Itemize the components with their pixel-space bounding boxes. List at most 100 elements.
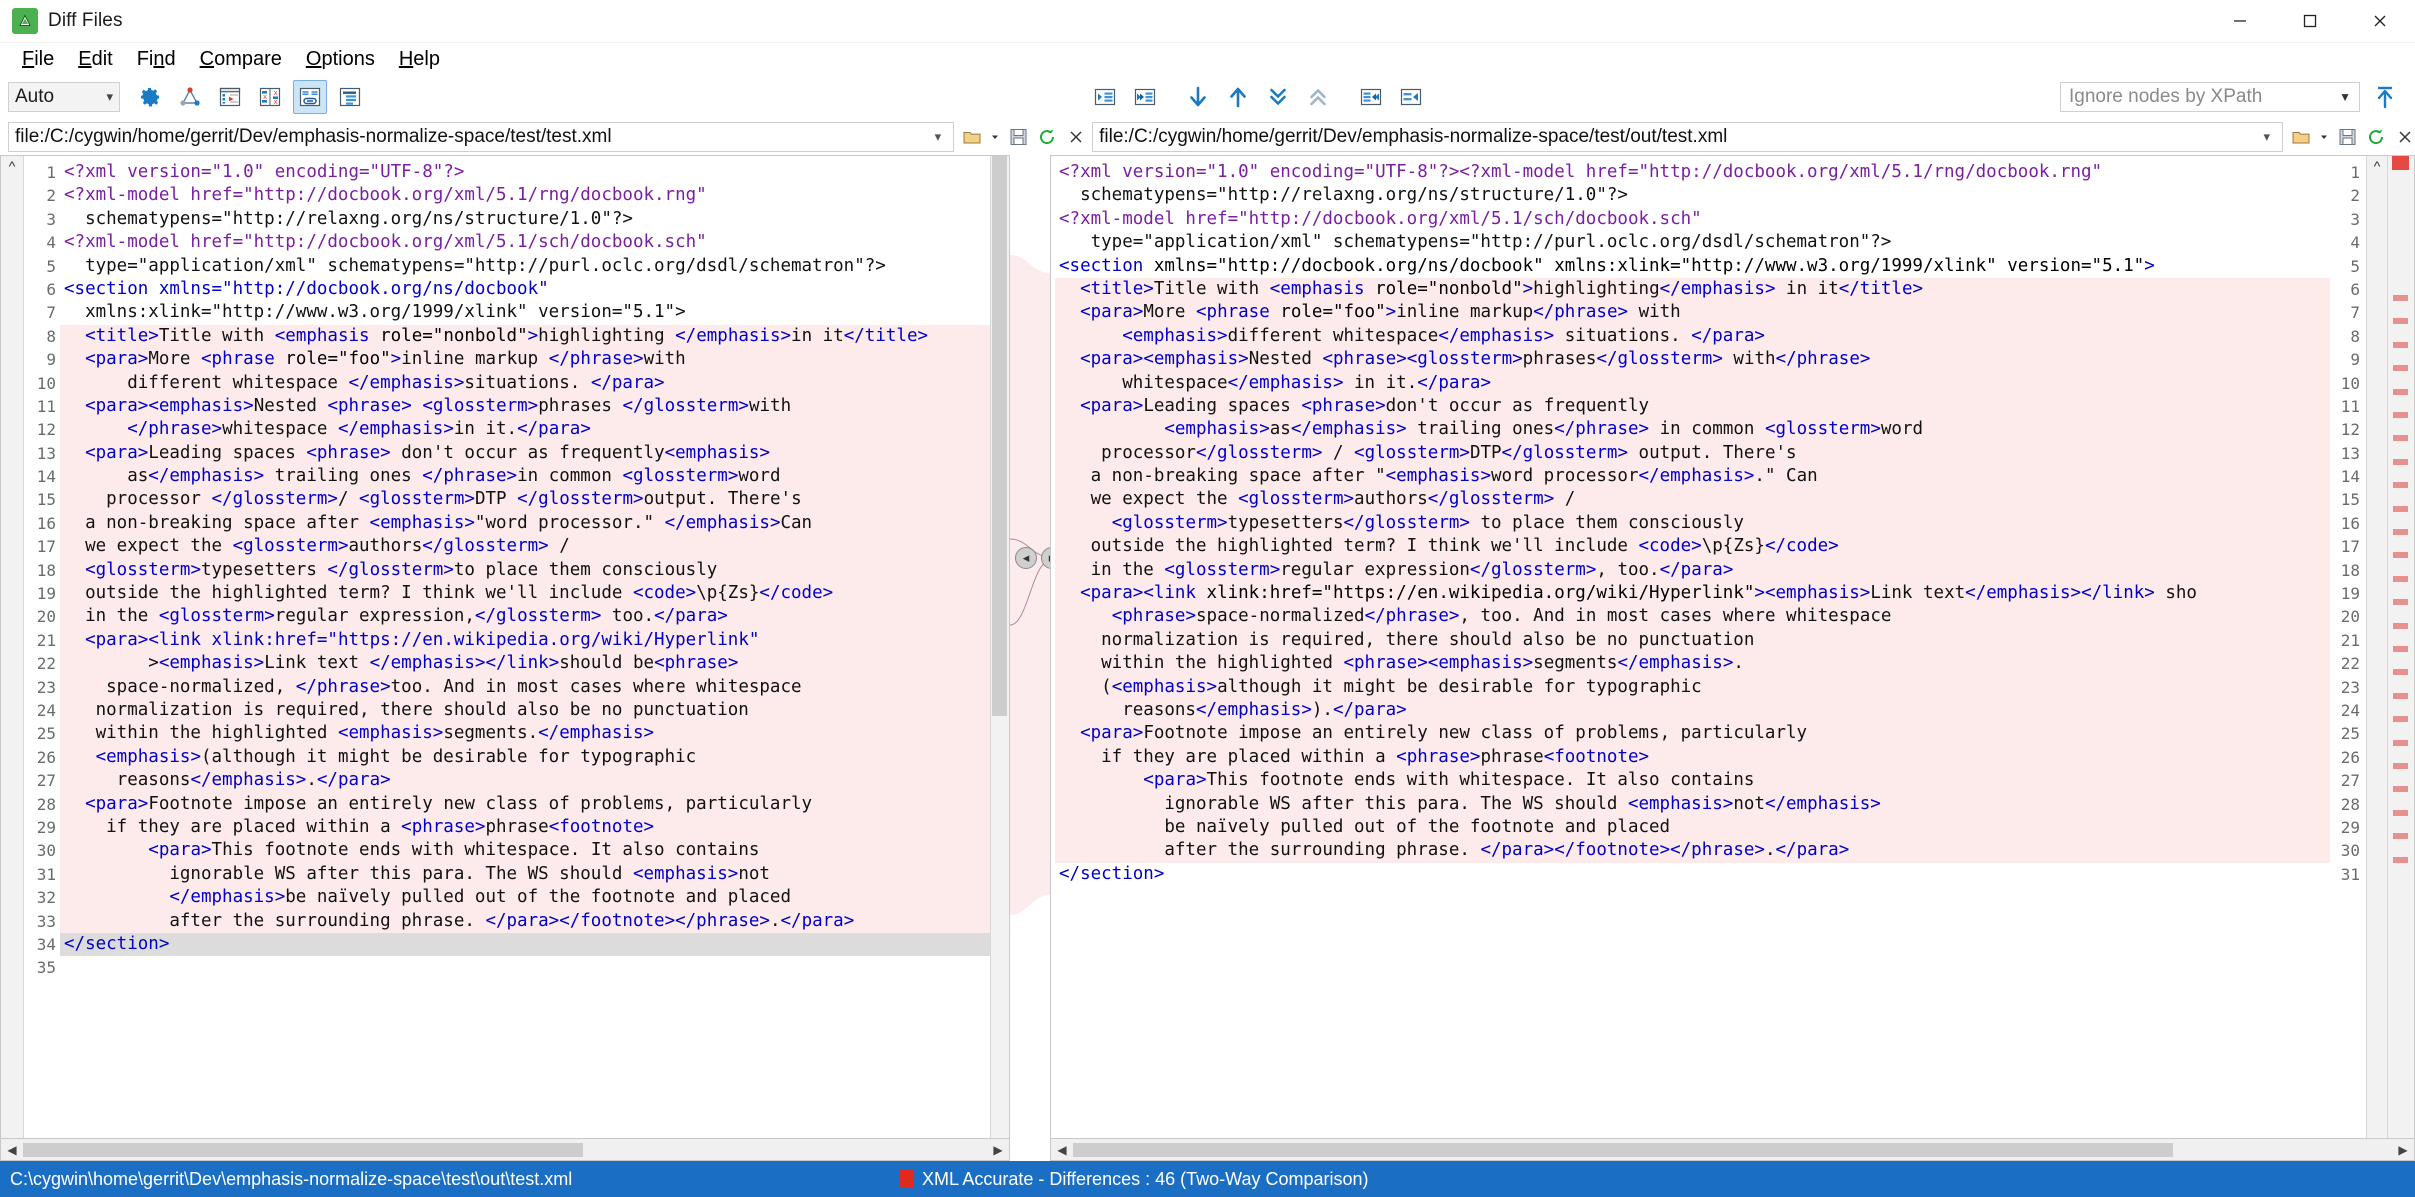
menu-find[interactable]: Find (125, 46, 188, 73)
compare-mode-select[interactable]: Auto ▾ (8, 82, 120, 112)
code-line[interactable]: <emphasis>different whitespace</emphasis… (1055, 324, 2330, 349)
code-line[interactable]: <title>Title with <emphasis role="nonbol… (1055, 277, 2330, 302)
refresh-icon[interactable] (1037, 127, 1057, 147)
code-line[interactable]: </phrase>whitespace </emphasis>in it.</p… (60, 418, 990, 442)
link-panes-icon[interactable] (293, 80, 327, 114)
previous-difference-icon[interactable] (1221, 80, 1255, 114)
right-nav-strip[interactable]: ^ (2366, 156, 2387, 1138)
left-horizontal-scrollbar[interactable]: ◀ ▶ (0, 1139, 1010, 1161)
code-line[interactable]: <para><link xlink:href="https://en.wikip… (60, 628, 990, 653)
code-line[interactable]: </section> (1055, 863, 2330, 886)
scroll-right-icon[interactable]: ▶ (987, 1143, 1009, 1157)
copy-all-right-icon[interactable] (1354, 80, 1388, 114)
code-line[interactable]: <para>Footnote impose an entirely new cl… (1055, 722, 2330, 746)
code-line[interactable]: schematypens="http://relaxng.org/ns/stru… (60, 208, 990, 231)
menu-options[interactable]: Options (294, 46, 387, 73)
code-line[interactable]: type="application/xml" schematypens="htt… (60, 255, 990, 278)
code-line[interactable]: <section xmlns="http://docbook.org/ns/do… (60, 278, 990, 301)
save-icon[interactable] (2337, 127, 2357, 147)
code-line[interactable]: <?xml version="1.0" encoding="UTF-8"?><?… (1055, 161, 2330, 184)
code-line[interactable]: <section xmlns="http://docbook.org/ns/do… (1055, 255, 2330, 278)
code-line[interactable]: <para>More <phrase role="foo">inline mar… (1055, 301, 2330, 325)
copy-all-left-icon[interactable] (1128, 80, 1162, 114)
code-line[interactable]: <title>Title with <emphasis role="nonbol… (60, 324, 990, 349)
code-line[interactable]: outside the highlighted term? I think we… (1055, 535, 2330, 559)
right-code-lines[interactable]: <?xml version="1.0" encoding="UTF-8"?><?… (1051, 156, 2330, 1138)
code-line[interactable]: <para>This footnote ends with whitespace… (60, 839, 990, 863)
close-icon[interactable] (2395, 127, 2415, 147)
folder-dropdown-caret-icon[interactable] (2320, 127, 2328, 147)
code-line[interactable]: ignorable WS after this para. The WS sho… (1055, 792, 2330, 816)
refresh-icon[interactable] (2366, 127, 2386, 147)
copy-left-icon[interactable] (1088, 80, 1122, 114)
menu-edit[interactable]: Edit (66, 46, 124, 73)
right-code-area[interactable]: <?xml version="1.0" encoding="UTF-8"?><?… (1050, 155, 2415, 1139)
code-line[interactable]: schematypens="http://relaxng.org/ns/stru… (1055, 184, 2330, 207)
copy-right-icon[interactable] (1394, 80, 1428, 114)
code-line[interactable]: <para><emphasis>Nested <phrase> <glosste… (60, 394, 990, 419)
graph-nodes-icon[interactable] (173, 80, 207, 114)
next-difference-icon[interactable] (1181, 80, 1215, 114)
code-line[interactable]: whitespace</emphasis> in it.</para> (1055, 371, 2330, 395)
xpath-filter-input[interactable]: Ignore nodes by XPath ▼ (2060, 82, 2360, 112)
code-line[interactable]: <phrase>space-normalized</phrase>, too. … (1055, 605, 2330, 629)
code-line[interactable]: processor</glossterm> / <glossterm>DTP</… (1055, 441, 2330, 466)
code-line[interactable]: <?xml-model href="http://docbook.org/xml… (1055, 208, 2330, 231)
code-line[interactable]: be naïvely pulled out of the footnote an… (1055, 815, 2330, 840)
code-line[interactable]: <para>Footnote impose an entirely new cl… (60, 792, 990, 816)
code-line[interactable]: a non-breaking space after <emphasis>"wo… (60, 511, 990, 536)
code-line[interactable]: <?xml-model href="http://docbook.org/xml… (60, 184, 990, 207)
code-line[interactable]: in the <glossterm>regular expression,</g… (60, 605, 990, 629)
chevron-down-icon[interactable]: ▾ (927, 129, 950, 145)
code-line[interactable]: processor </glossterm>/ <glossterm>DTP <… (60, 488, 990, 512)
last-difference-icon[interactable] (1261, 80, 1295, 114)
maximize-button[interactable] (2275, 0, 2345, 42)
scroll-up-icon[interactable]: ^ (2367, 158, 2387, 174)
code-line[interactable]: different whitespace </emphasis>situatio… (60, 371, 990, 395)
menu-file[interactable]: File (10, 46, 66, 73)
code-line[interactable]: <glossterm>typesetters</glossterm> to pl… (1055, 511, 2330, 536)
apply-up-arrow-icon[interactable] (2368, 80, 2402, 114)
scroll-right-icon[interactable]: ▶ (2392, 1143, 2414, 1157)
minimize-button[interactable] (2205, 0, 2275, 42)
folder-dropdown-caret-icon[interactable] (991, 127, 999, 147)
code-line[interactable]: </section> (60, 932, 990, 957)
code-line[interactable]: <para><link xlink:href="https://en.wikip… (1055, 582, 2330, 606)
code-line[interactable]: <emphasis>(although it might be desirabl… (60, 745, 990, 770)
code-line[interactable]: <?xml-model href="http://docbook.org/xml… (60, 231, 990, 254)
code-line[interactable]: outside the highlighted term? I think we… (60, 582, 990, 606)
left-hscroll-track[interactable] (23, 1142, 987, 1157)
chevron-down-icon[interactable]: ▾ (2255, 129, 2278, 145)
code-line[interactable]: <para>More <phrase role="foo">inline mar… (60, 348, 990, 372)
code-line[interactable]: within the highlighted <emphasis>segment… (60, 722, 990, 746)
code-line[interactable]: (<emphasis>although it might be desirabl… (1055, 675, 2330, 699)
right-horizontal-scrollbar[interactable]: ◀ ▶ (1050, 1139, 2415, 1161)
right-hscroll-thumb[interactable] (1073, 1142, 2173, 1157)
scroll-up-icon[interactable]: ^ (1, 158, 23, 174)
right-hscroll-track[interactable] (1073, 1142, 2392, 1157)
code-line[interactable]: reasons</emphasis>).</para> (1055, 698, 2330, 723)
code-line[interactable]: <para>Leading spaces <phrase>don't occur… (1055, 394, 2330, 419)
code-line[interactable]: we expect the <glossterm>authors</glosst… (1055, 488, 2330, 512)
code-line[interactable]: if they are placed within a <phrase>phra… (1055, 745, 2330, 770)
run-compare-icon[interactable] (213, 80, 247, 114)
code-line[interactable]: we expect the <glossterm>authors</glosst… (60, 535, 990, 559)
code-line[interactable]: <para><emphasis>Nested <phrase><glosster… (1055, 348, 2330, 372)
left-code-lines[interactable]: <?xml version="1.0" encoding="UTF-8"?> <?… (60, 156, 990, 1138)
code-line[interactable]: xmlns:xlink="http://www.w3.org/1999/xlin… (60, 301, 990, 324)
code-line[interactable]: <glossterm>typesetters </glossterm>to pl… (60, 558, 990, 583)
show-differences-icon[interactable]: x x x (253, 80, 287, 114)
code-line[interactable]: ><emphasis>Link text </emphasis></link>s… (60, 652, 990, 676)
code-line[interactable]: <para>Leading spaces <phrase> don't occu… (60, 441, 990, 466)
code-line[interactable]: in the <glossterm>regular expression</gl… (1055, 558, 2330, 583)
code-line[interactable] (60, 956, 990, 979)
close-button[interactable] (2345, 0, 2415, 42)
scroll-left-icon[interactable]: ◀ (1051, 1143, 1073, 1157)
menu-compare[interactable]: Compare (188, 46, 294, 73)
code-line[interactable]: within the highlighted <phrase><emphasis… (1055, 652, 2330, 676)
code-line[interactable]: <para>This footnote ends with whitespace… (1055, 769, 2330, 793)
left-hscroll-thumb[interactable] (23, 1142, 583, 1157)
code-line[interactable]: ignorable WS after this para. The WS sho… (60, 862, 990, 887)
scroll-left-icon[interactable]: ◀ (1, 1143, 23, 1157)
left-file-path-box[interactable]: file:/C:/cygwin/home/gerrit/Dev/emphasis… (8, 122, 955, 152)
